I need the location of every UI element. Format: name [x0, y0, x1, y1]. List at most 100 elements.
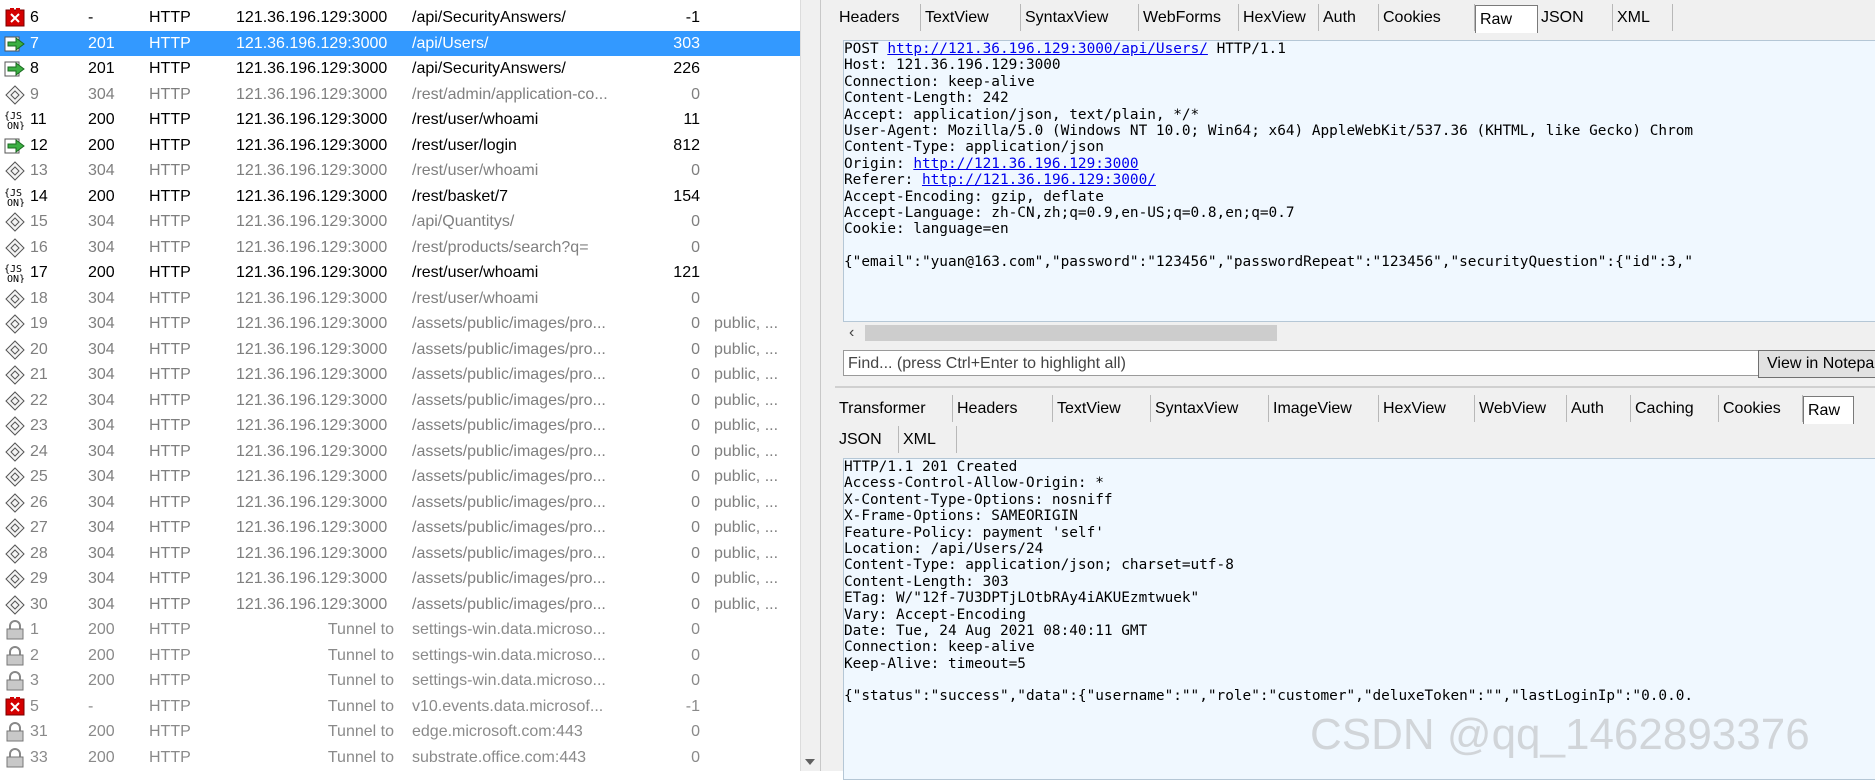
- scroll-thumb[interactable]: [865, 325, 1277, 341]
- session-row[interactable]: 16 304 HTTP 121.36.196.129:3000/rest/produc…: [0, 235, 800, 261]
- session-row[interactable]: 27 304 HTTP 121.36.196.129:3000/assets/publ…: [0, 515, 800, 541]
- session-result: 304: [88, 391, 115, 409]
- tab-json[interactable]: JSON: [835, 426, 899, 453]
- tab-syntaxview[interactable]: SyntaxView: [1151, 395, 1269, 422]
- session-caching: public, ...: [714, 468, 779, 485]
- tab-syntaxview[interactable]: SyntaxView: [1021, 4, 1139, 31]
- response-line: X-Frame-Options: SAMEORIGIN: [844, 508, 1078, 525]
- session-list[interactable]: 6 - HTTP 121.36.196.129:3000/api/SecurityAn…: [0, 0, 800, 771]
- session-row[interactable]: 6 - HTTP 121.36.196.129:3000/api/SecurityAn…: [0, 5, 800, 31]
- horizontal-splitter[interactable]: [835, 386, 1875, 388]
- session-row[interactable]: 28 304 HTTP 121.36.196.129:3000/assets/publ…: [0, 541, 800, 567]
- session-url: /rest/user/whoami: [412, 111, 539, 128]
- request-raw-view[interactable]: POST http://121.36.196.129:3000/api/User…: [843, 40, 1875, 322]
- tab-hexview[interactable]: HexView: [1379, 395, 1475, 422]
- session-row[interactable]: 3 200 HTTP Tunnel to settings-win.data.micro…: [0, 668, 800, 694]
- session-row[interactable]: 19 304 HTTP 121.36.196.129:3000/assets/publ…: [0, 311, 800, 337]
- not-modified-icon: [4, 82, 28, 107]
- session-body-size: 0: [691, 162, 700, 179]
- tab-textview[interactable]: TextView: [921, 4, 1021, 31]
- session-row[interactable]: 13 304 HTTP 121.36.196.129:3000/rest/user/w…: [0, 158, 800, 184]
- session-list-scrollbar[interactable]: [800, 0, 820, 771]
- tab-raw[interactable]: Raw: [1803, 396, 1854, 424]
- session-result: 304: [88, 570, 115, 587]
- session-result: 304: [88, 315, 115, 332]
- request-link[interactable]: http://121.36.196.129:3000/api/Users/: [887, 41, 1208, 57]
- session-number: 16: [30, 238, 48, 256]
- session-number: 13: [30, 162, 48, 179]
- session-row[interactable]: {JS ON} 14 200 HTTP 121.36.196.129:3000/rest/…: [0, 184, 800, 210]
- error-icon: [4, 5, 28, 30]
- pane-splitter[interactable]: [820, 0, 836, 771]
- session-url: /api/SecurityAnswers/: [412, 9, 566, 26]
- session-row[interactable]: 29 304 HTTP 121.36.196.129:3000/assets/publ…: [0, 566, 800, 592]
- session-row[interactable]: 7 201 HTTP 121.36.196.129:3000/api/Users/30…: [0, 30, 800, 56]
- session-row[interactable]: 18 304 HTTP 121.36.196.129:3000/rest/user/w…: [0, 286, 800, 312]
- tab-auth[interactable]: Auth: [1319, 4, 1379, 31]
- tab-auth[interactable]: Auth: [1567, 395, 1631, 422]
- session-row[interactable]: 26 304 HTTP 121.36.196.129:3000/assets/publ…: [0, 490, 800, 516]
- session-row[interactable]: 12 200 HTTP 121.36.196.129:3000/rest/user/l…: [0, 133, 800, 159]
- find-input[interactable]: Find... (press Ctrl+Enter to highlight a…: [843, 350, 1761, 376]
- response-raw-view[interactable]: HTTP/1.1 201 Created Access-Control-Allow…: [843, 458, 1875, 780]
- session-body-size: 0: [691, 289, 700, 307]
- request-link[interactable]: http://121.36.196.129:3000: [913, 156, 1138, 172]
- session-row[interactable]: 23 304 HTTP 121.36.196.129:3000/assets/publ…: [0, 413, 800, 439]
- session-row[interactable]: 21 304 HTTP 121.36.196.129:3000/assets/publ…: [0, 362, 800, 388]
- session-row[interactable]: {JS ON} 11 200 HTTP 121.36.196.129:3000/rest/…: [0, 107, 800, 133]
- tab-headers[interactable]: Headers: [953, 395, 1053, 422]
- session-row[interactable]: {JS ON} 17 200 HTTP 121.36.196.129:3000/rest/…: [0, 260, 800, 286]
- session-caching: public, ...: [714, 315, 779, 332]
- session-url: settings-win.data.microso...: [412, 646, 606, 664]
- session-row[interactable]: 31 200 HTTP Tunnel to edge.microsoft.com:443…: [0, 719, 800, 745]
- tab-imageview[interactable]: ImageView: [1269, 395, 1379, 422]
- session-row[interactable]: 9 304 HTTP 121.36.196.129:3000/rest/admin/a…: [0, 82, 800, 108]
- tab-transformer[interactable]: Transformer: [835, 395, 953, 422]
- session-row[interactable]: 15 304 HTTP 121.36.196.129:3000/api/Quantit…: [0, 209, 800, 235]
- session-row[interactable]: 5 - HTTP Tunnel to v10.events.data.microsof.…: [0, 694, 800, 720]
- view-in-notepad-button[interactable]: View in Notepa: [1758, 350, 1875, 378]
- session-url: /assets/public/images/pro...: [412, 595, 606, 613]
- session-row[interactable]: 1 200 HTTP Tunnel to settings-win.data.micro…: [0, 617, 800, 643]
- session-caching: public, ...: [714, 570, 779, 587]
- tab-headers[interactable]: Headers: [835, 4, 921, 31]
- session-protocol: HTTP: [149, 519, 191, 536]
- tab-cookies[interactable]: Cookies: [1719, 395, 1803, 422]
- tab-textview[interactable]: TextView: [1053, 395, 1151, 422]
- session-row[interactable]: 25 304 HTTP 121.36.196.129:3000/assets/publ…: [0, 464, 800, 490]
- scroll-left-icon[interactable]: ‹: [849, 325, 854, 341]
- session-row[interactable]: 30 304 HTTP 121.36.196.129:3000/assets/publ…: [0, 592, 800, 618]
- session-host: Tunnel to: [327, 697, 394, 715]
- session-url: substrate.office.com:443: [412, 748, 587, 766]
- session-caching: public, ...: [714, 391, 779, 409]
- tab-raw[interactable]: Raw: [1475, 5, 1538, 33]
- lock-icon: [4, 745, 28, 770]
- tab-caching[interactable]: Caching: [1631, 395, 1719, 422]
- session-row[interactable]: 22 304 HTTP 121.36.196.129:3000/assets/publ…: [0, 388, 800, 414]
- request-link[interactable]: http://121.36.196.129:3000/: [922, 172, 1156, 188]
- session-number: 22: [30, 391, 48, 409]
- tab-xml[interactable]: XML: [899, 426, 957, 453]
- request-hscrollbar[interactable]: ‹: [843, 322, 1875, 344]
- tab-cookies[interactable]: Cookies: [1379, 4, 1475, 31]
- session-body-size: 0: [691, 315, 700, 332]
- tab-xml[interactable]: XML: [1613, 4, 1673, 31]
- scroll-down-icon[interactable]: [805, 759, 815, 765]
- tab-json[interactable]: JSON: [1537, 4, 1613, 31]
- session-host: 121.36.196.129:3000: [236, 391, 388, 409]
- session-row[interactable]: 8 201 HTTP 121.36.196.129:3000/api/Security…: [0, 56, 800, 82]
- session-protocol: HTTP: [149, 60, 191, 77]
- session-row[interactable]: 33 200 HTTP Tunnel to substrate.office.com:4…: [0, 745, 800, 771]
- session-caching: public, ...: [714, 544, 779, 562]
- request-tabbar: Headers TextView SyntaxView WebForms HexView…: [835, 0, 1875, 34]
- session-row[interactable]: 20 304 HTTP 121.36.196.129:3000/assets/publ…: [0, 337, 800, 363]
- session-row[interactable]: 2 200 HTTP Tunnel to settings-win.data.micro…: [0, 643, 800, 669]
- tab-hexview[interactable]: HexView: [1239, 4, 1319, 31]
- session-result: 200: [88, 748, 115, 766]
- tab-webforms[interactable]: WebForms: [1139, 4, 1239, 31]
- session-row[interactable]: 24 304 HTTP 121.36.196.129:3000/assets/publ…: [0, 439, 800, 465]
- session-result: 304: [88, 544, 115, 562]
- session-protocol: HTTP: [149, 544, 191, 562]
- tab-webview[interactable]: WebView: [1475, 395, 1567, 422]
- session-caching: public, ...: [714, 595, 779, 613]
